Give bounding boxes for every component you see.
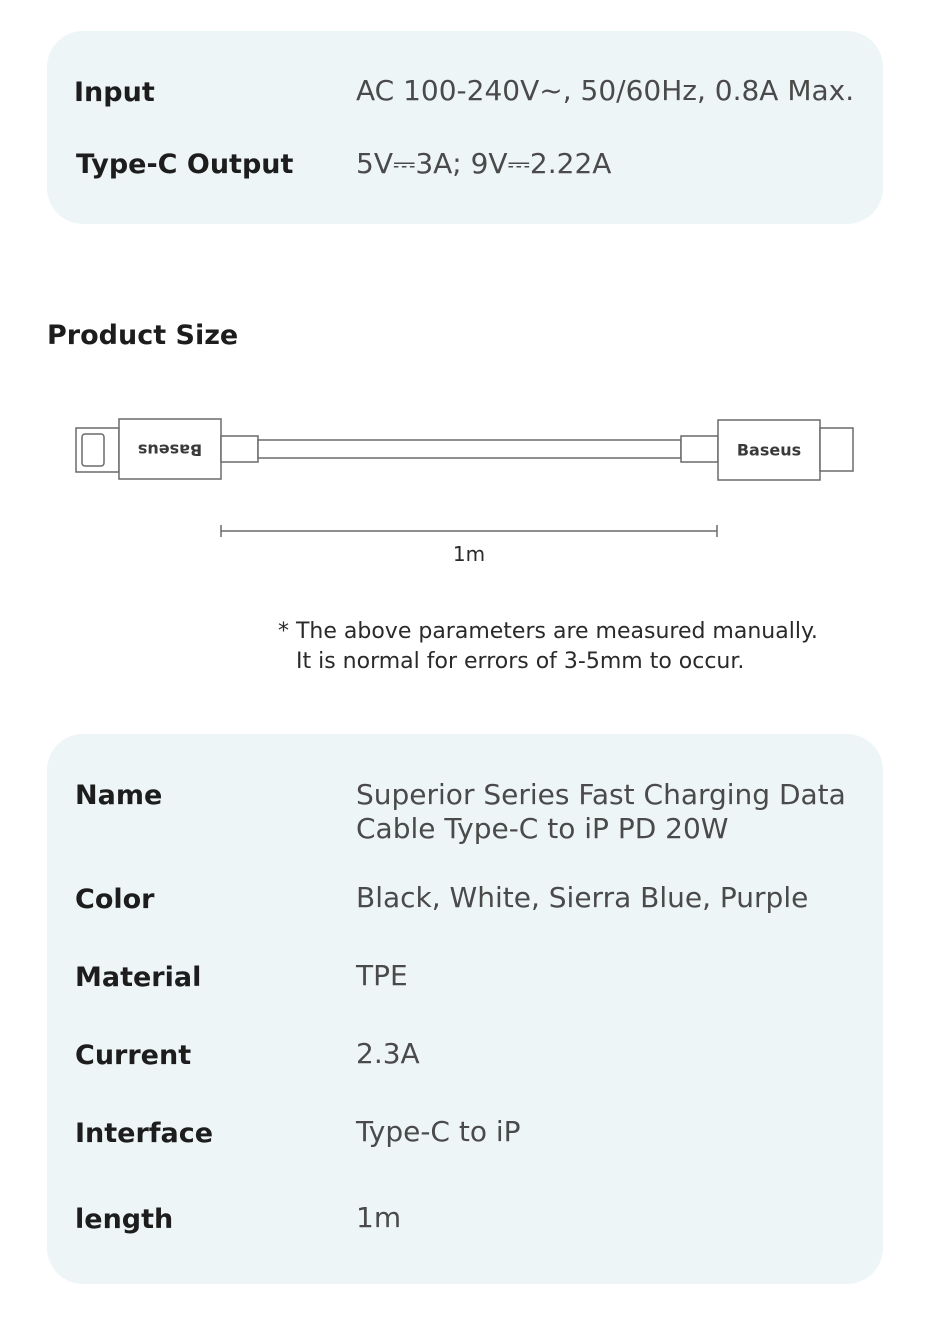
name-value-line-2: Cable Type-C to iP PD 20W [356,812,729,845]
current-value: 2.3A [356,1037,420,1070]
input-label: Input [74,77,155,108]
measurement-note-line-2: It is normal for errors of 3-5mm to occu… [296,649,745,674]
power-spec-card [47,31,883,224]
measurement-note-line-1: * The above parameters are measured manu… [278,619,818,644]
type-c-tip-icon [819,427,854,472]
type-c-output-value: 5V⎓3A; 9V⎓2.22A [356,147,612,180]
cable-body [257,439,682,459]
length-label: length [75,1204,174,1235]
name-label: Name [75,780,163,811]
interface-value: Type-C to iP [356,1115,521,1148]
brand-label-left: Baseus [138,441,202,460]
lightning-tip-window [81,433,105,467]
color-value: Black, White, Sierra Blue, Purple [356,881,809,914]
name-value-line-1: Superior Series Fast Charging Data [356,778,846,811]
brand-label-right: Baseus [737,441,801,460]
material-label: Material [75,962,202,993]
color-label: Color [75,884,155,915]
right-strain-relief [680,435,719,463]
input-value: AC 100-240V~, 50/60Hz, 0.8A Max. [356,74,855,107]
left-strain-relief [220,435,259,463]
cable-diagram: Baseus Baseus 1m [75,418,854,566]
product-size-title: Product Size [47,320,239,351]
dimension-label: 1m [453,542,485,566]
length-value: 1m [356,1201,402,1234]
material-value: TPE [356,959,408,992]
current-label: Current [75,1040,192,1071]
type-c-output-label: Type-C Output [76,149,294,180]
interface-label: Interface [75,1118,214,1149]
